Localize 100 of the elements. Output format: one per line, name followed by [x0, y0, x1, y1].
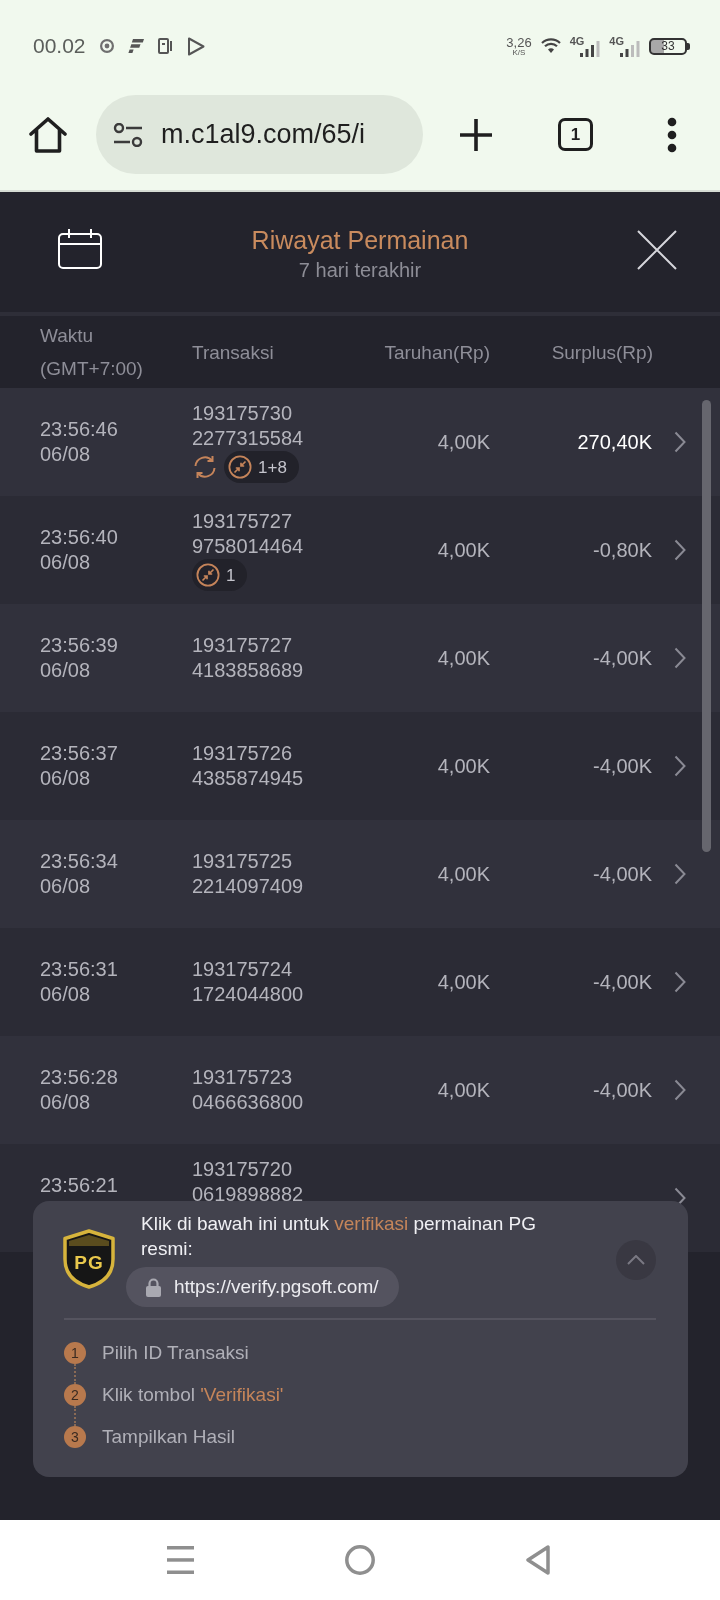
lock-icon [146, 1277, 161, 1297]
calendar-icon[interactable] [58, 229, 102, 269]
step-text: Klik tombol 'Verifikasi' [102, 1384, 284, 1406]
bet-amount: 4,00K [437, 645, 490, 671]
transaction-id-text: 193175727 [192, 509, 293, 534]
transaction-id-text: 1724044800 [192, 982, 304, 1007]
history-row[interactable]: 23:56:46 06/08 193175730 2277315584 1+8 4,00K 270,40K [0, 388, 720, 496]
chevron-right-icon[interactable] [674, 1079, 686, 1101]
clock-time: 00.02 [33, 34, 86, 58]
column-header: Waktu (GMT+7:00) [40, 324, 144, 381]
date-text: 06/08 [40, 982, 91, 1007]
transaction-id-text: 4183858689 [192, 658, 304, 683]
history-row[interactable]: 23:56:28 06/08 193175723 0466636800 4,00K -4,00K [0, 1036, 720, 1144]
tune-icon[interactable] [113, 122, 143, 147]
transaction-id-text: 193175730 [192, 401, 293, 426]
ring-arrows-icon [228, 455, 252, 479]
play-outline-icon [186, 36, 205, 56]
chevron-right-icon[interactable] [674, 431, 686, 453]
transaction-id-text: 193175727 [192, 633, 293, 658]
history-row[interactable]: 23:56:37 06/08 193175726 4385874945 4,00K -4,00K [0, 712, 720, 820]
transaction-id-text: 4385874945 [192, 766, 304, 791]
transaction-id-text: 193175720 [192, 1157, 293, 1182]
bet-amount: 4,00K [437, 1077, 490, 1103]
surplus-amount: -0,80K [593, 537, 652, 563]
bet-amount: 4,00K [437, 753, 490, 779]
transaction-id-text: 193175723 [192, 1065, 293, 1090]
ring-arrows-icon [196, 563, 220, 587]
subtitle-text: 7 hari terakhir [298, 258, 422, 283]
transaction-id-text: 0466636800 [192, 1090, 304, 1115]
step-number: 3 [64, 1426, 86, 1448]
time-text: 23:56:40 [40, 525, 118, 550]
date-text: 06/08 [40, 550, 91, 575]
date-text: 06/08 [40, 1090, 91, 1115]
transaction-id-text: 193175726 [192, 741, 293, 766]
history-row[interactable]: 23:56:34 06/08 193175725 2214097409 4,00K -4,00K [0, 820, 720, 928]
verify-link[interactable]: https://verify.pgsoft.com/ [126, 1267, 399, 1307]
bet-amount: 4,00K [437, 429, 490, 455]
tab-count-button[interactable]: 1 [558, 118, 593, 151]
history-row[interactable]: 23:56:31 06/08 193175724 1724044800 4,00K -4,00K [0, 928, 720, 1036]
address-bar[interactable]: m.c1al9.com/65/i [96, 95, 423, 174]
document-icon [157, 38, 173, 54]
scrollbar-thumb[interactable] [702, 400, 711, 852]
bet-amount: 4,00K [437, 861, 490, 887]
date-text: 06/08 [40, 766, 91, 791]
network-type-text: 4G [569, 35, 585, 47]
transaction-id-text: 2214097409 [192, 874, 304, 899]
transaction-id-text: 193175725 [192, 849, 293, 874]
step-text: Pilih ID Transaksi [102, 1342, 249, 1364]
history-row[interactable]: 23:56:39 06/08 193175727 4183858689 4,00K -4,00K [0, 604, 720, 712]
network-speed-unit: K/S [512, 48, 526, 57]
chevron-right-icon[interactable] [674, 863, 686, 885]
surplus-amount: 270,40K [577, 429, 652, 455]
transaction-id-text: 0619898882 [192, 1182, 304, 1207]
history-row[interactable]: 23:56:40 06/08 193175727 9758014464 1 4,00K -0,80K [0, 496, 720, 604]
menu-icon[interactable] [167, 1546, 194, 1574]
step-number: 1 [64, 1342, 86, 1364]
page-title: Riwayat Permainan [251, 225, 469, 255]
surplus-amount: -4,00K [593, 969, 652, 995]
time-text: 23:56:21 [40, 1173, 118, 1198]
column-header: Transaksi [192, 340, 274, 365]
bet-amount: 4,00K [437, 969, 490, 995]
collapse-button[interactable] [616, 1240, 656, 1280]
slanted-bars-icon [127, 39, 144, 53]
column-header: Surplus(Rp) [551, 340, 653, 365]
more-options-icon[interactable] [667, 116, 677, 153]
chevron-right-icon[interactable] [674, 647, 686, 669]
time-text: 23:56:34 [40, 849, 118, 874]
close-icon[interactable] [637, 230, 677, 270]
back-icon[interactable] [526, 1545, 550, 1575]
time-text: 23:56:39 [40, 633, 118, 658]
wifi-icon [540, 38, 561, 54]
bet-amount: 4,00K [437, 537, 490, 563]
battery-indicator: 33 [649, 37, 690, 55]
surplus-amount: -4,00K [593, 861, 652, 887]
ring-icon [99, 39, 114, 53]
time-text: 23:56:37 [40, 741, 118, 766]
time-text: 23:56:31 [40, 957, 118, 982]
shield-logo: PG [62, 1229, 116, 1289]
chevron-right-icon[interactable] [674, 755, 686, 777]
step-text: Tampilkan Hasil [102, 1426, 236, 1448]
surplus-amount: -4,00K [593, 753, 652, 779]
surplus-amount: -4,00K [593, 1077, 652, 1103]
transaction-id-text: 2277315584 [192, 426, 304, 451]
new-tab-plus-icon[interactable] [459, 117, 493, 152]
chevron-right-icon[interactable] [674, 971, 686, 993]
network-type-text: 4G [609, 35, 624, 47]
step-number: 2 [64, 1384, 86, 1406]
time-text: 23:56:46 [40, 417, 118, 442]
transaction-id-text: 193175724 [192, 957, 293, 982]
chevron-right-icon[interactable] [674, 539, 686, 561]
column-header: Taruhan(Rp) [384, 340, 490, 365]
refresh-icon [192, 455, 218, 479]
date-text: 06/08 [40, 442, 91, 467]
date-text: 06/08 [40, 658, 91, 683]
count-text: 1+8 [258, 456, 287, 479]
count-text: 1 [226, 564, 236, 587]
time-text: 23:56:28 [40, 1065, 118, 1090]
home-icon[interactable] [29, 116, 67, 153]
network-speed-text: 3,26 [506, 35, 532, 49]
date-text: 06/08 [40, 874, 91, 899]
